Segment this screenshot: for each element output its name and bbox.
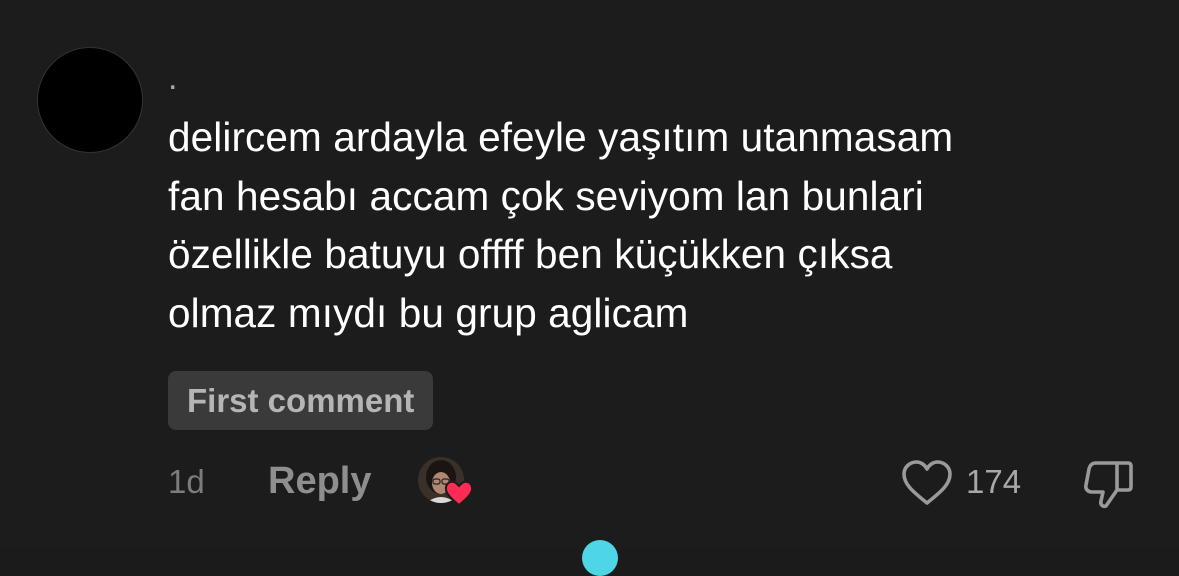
comment-text-line: delircem ardayla efeyle yaşıtım utanmasa… (168, 114, 954, 160)
commenter-username[interactable]: . (168, 58, 177, 98)
commenter-avatar[interactable] (37, 47, 143, 153)
reply-button[interactable]: Reply (268, 460, 371, 503)
thumbs-down-icon[interactable] (1083, 457, 1135, 509)
first-comment-badge: First comment (168, 371, 434, 430)
heart-icon (444, 480, 474, 507)
scroll-indicator (582, 540, 618, 576)
comment-text-line: fan hesabı accam çok seviyom lan bunlari (168, 172, 924, 219)
comment-item: . delircem ardayla efeyle yaşıtım utanma… (0, 0, 1179, 576)
comment-actions: 1d Reply 174 (0, 455, 1179, 511)
heart-outline-icon[interactable] (901, 459, 953, 507)
comment-text: delircem ardayla efeyle yaşıtım utanmasa… (168, 108, 1158, 342)
comment-timestamp: 1d (168, 463, 205, 500)
creator-liked-indicator (418, 457, 476, 509)
like-count: 174 (966, 463, 1022, 500)
comment-text-line: olmaz mıydı bu grup aglicam (168, 289, 689, 336)
comment-text-line: özellikle batuyu offff ben küçükken çıks… (168, 231, 893, 277)
